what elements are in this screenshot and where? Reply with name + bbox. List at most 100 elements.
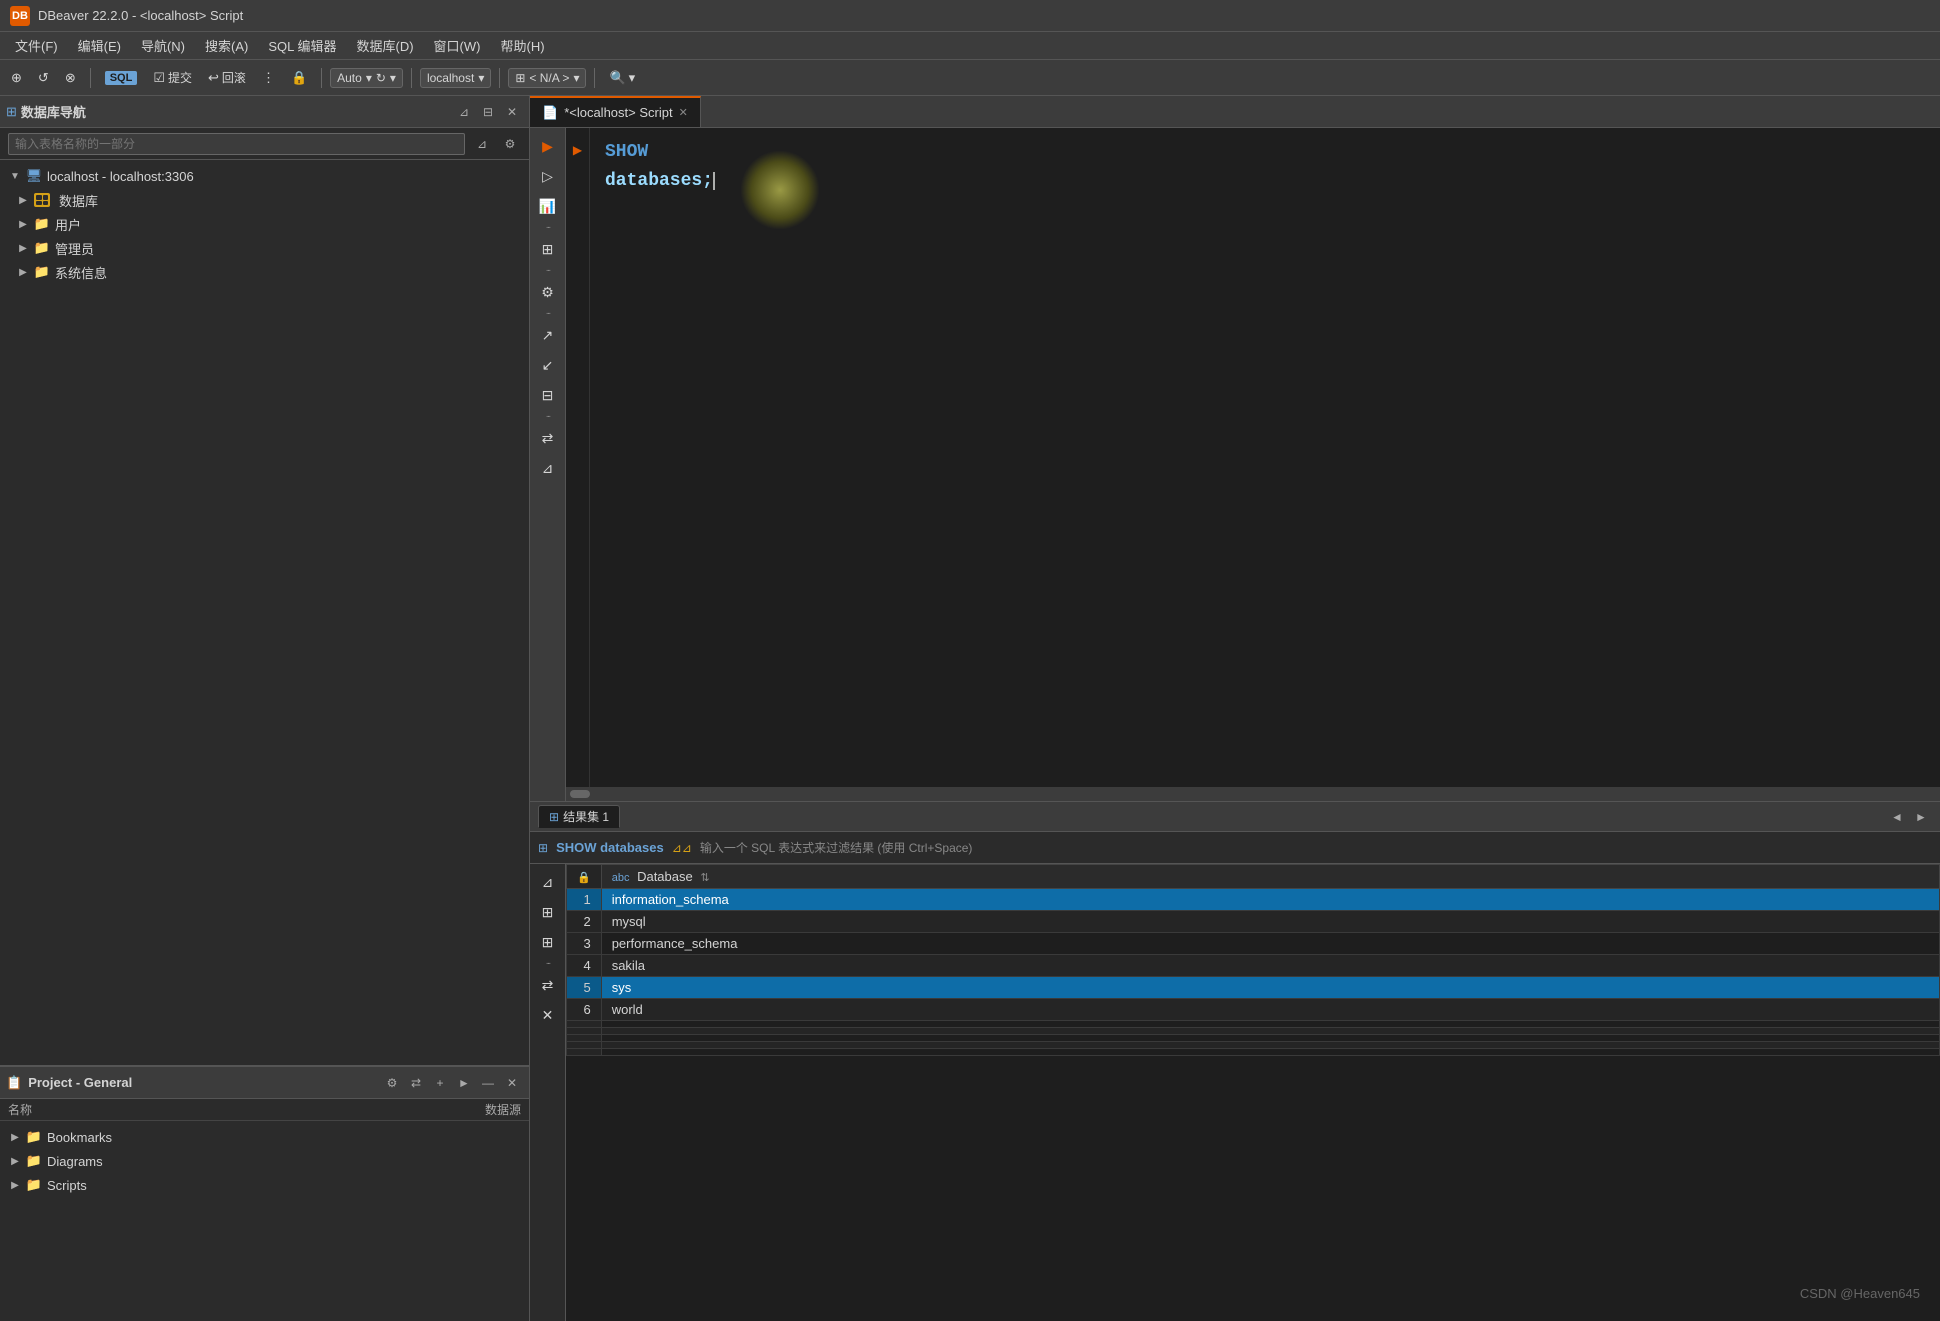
tree-item-databases[interactable]: ▶ 数据库 — [0, 188, 529, 212]
side-dots-2: ··· — [546, 265, 550, 276]
row-num-3: 3 — [567, 933, 602, 955]
project-arrow-right[interactable]: ► — [453, 1072, 475, 1094]
db-dropdown-icon: ▾ — [573, 71, 579, 85]
side-button-5[interactable]: ⊞ — [534, 235, 562, 263]
result-row-1[interactable]: 1 information_schema — [567, 889, 1940, 911]
auto-commit-dropdown[interactable]: Auto ▾ ↻ ▾ — [330, 68, 403, 88]
side-grid-button[interactable]: ⊟ — [534, 381, 562, 409]
tree-item-sysinfo[interactable]: ▶ 📁 系统信息 — [0, 260, 529, 284]
menu-file[interactable]: 文件(F) — [5, 33, 68, 58]
project-add-button[interactable]: + — [429, 1072, 451, 1094]
database-col-header[interactable]: abc Database ⇅ — [601, 865, 1939, 889]
bookmarks-folder-icon: 📁 — [25, 1129, 43, 1145]
row-value-4: sakila — [601, 955, 1939, 977]
menu-window[interactable]: 窗口(W) — [424, 33, 491, 58]
result-row-empty-1 — [567, 1021, 1940, 1028]
filter-hint: 输入一个 SQL 表达式来过滤结果 (使用 Ctrl+Space) — [700, 839, 973, 856]
search-settings-button[interactable]: ⚙ — [499, 133, 521, 155]
scroll-thumb[interactable] — [570, 790, 590, 798]
search-filter-button[interactable]: ⊿ — [471, 133, 493, 155]
connection-dropdown[interactable]: localhost ▾ — [420, 68, 491, 88]
results-side-table[interactable]: ⊞ — [534, 928, 562, 956]
search-input[interactable] — [8, 133, 465, 155]
run-button[interactable]: ▶ — [534, 132, 562, 160]
results-nav-right[interactable]: ► — [1910, 806, 1932, 828]
results-nav-left[interactable]: ◄ — [1886, 806, 1908, 828]
rollback-button[interactable]: ↩ 回滚 — [202, 66, 252, 89]
results-tab-icon: ⊞ — [549, 810, 559, 824]
result-row-2[interactable]: 2 mysql — [567, 911, 1940, 933]
results-side-filter[interactable]: ⊿ — [534, 868, 562, 896]
menu-search[interactable]: 搜索(A) — [195, 33, 258, 58]
side-export-button[interactable]: ↗ — [534, 321, 562, 349]
row-num-header: 🔒 — [567, 865, 602, 889]
toolbar-button-2[interactable]: ↺ — [32, 67, 55, 89]
tree-item-localhost[interactable]: ▼ 🖥 localhost - localhost:3306 — [0, 164, 529, 188]
results-tab-1[interactable]: ⊞ 结果集 1 — [538, 805, 620, 828]
editor-with-gutter-inner: ▶ SHOW databases; — [566, 128, 1940, 787]
editor-tab-script[interactable]: 📄 *<localhost> Script ✕ — [530, 96, 701, 127]
menu-edit[interactable]: 编辑(E) — [68, 33, 131, 58]
auto-refresh-icon: ↻ — [376, 71, 386, 85]
project-tree-diagrams[interactable]: ▶ 📁 Diagrams — [0, 1149, 529, 1173]
menu-database[interactable]: 数据库(D) — [347, 33, 424, 58]
project-settings-button[interactable]: ⚙ — [381, 1072, 403, 1094]
side-link-button[interactable]: ⇄ — [534, 424, 562, 452]
nav-filter-button[interactable]: ⊿ — [453, 101, 475, 123]
conn-dropdown-icon: ▾ — [478, 71, 484, 85]
commit-label: 提交 — [168, 69, 192, 86]
project-tree-scripts[interactable]: ▶ 📁 Scripts — [0, 1173, 529, 1197]
project-tree-bookmarks[interactable]: ▶ 📁 Bookmarks — [0, 1125, 529, 1149]
commit-icon: ☑ — [153, 70, 165, 86]
results-show-icon: ⊞ — [538, 841, 548, 855]
results-side-link-filter[interactable]: ⇄ — [534, 971, 562, 999]
nav-close-button[interactable]: ✕ — [501, 101, 523, 123]
app-title: DBeaver 22.2.0 - <localhost> Script — [38, 8, 243, 23]
result-row-6[interactable]: 6 world — [567, 999, 1940, 1021]
explain-button[interactable]: 📊 — [534, 192, 562, 220]
rollback-label: 回滚 — [222, 69, 246, 86]
project-icon: 📋 — [6, 1075, 22, 1091]
commit-button[interactable]: ☑ 提交 — [147, 66, 198, 89]
tree-item-users[interactable]: ▶ 📁 用户 — [0, 212, 529, 236]
project-close[interactable]: ✕ — [501, 1072, 523, 1094]
main-layout: ⊞ 数据库导航 ⊿ ⊟ ✕ ⊿ ⚙ ▼ 🖥 localhost - localh… — [0, 96, 1940, 1321]
title-bar: DB DBeaver 22.2.0 - <localhost> Script — [0, 0, 1940, 32]
nav-collapse-button[interactable]: ⊟ — [477, 101, 499, 123]
side-filter-button[interactable]: ⊿ — [534, 454, 562, 482]
side-dots-3: ··· — [546, 308, 550, 319]
results-show-label: SHOW databases — [556, 840, 664, 855]
results-side-bar: ⊿ ⊞ ⊞ ··· ⇄ ✕ — [530, 864, 566, 1321]
col-type-icon: abc — [612, 872, 630, 884]
results-side-dots-1: ··· — [546, 958, 550, 969]
project-link-button[interactable]: ⇄ — [405, 1072, 427, 1094]
results-header-row: 🔒 abc Database ⇅ — [567, 865, 1940, 889]
side-settings-button[interactable]: ⚙ — [534, 278, 562, 306]
nav-panel-icons: ⊿ ⊟ ✕ — [453, 101, 523, 123]
side-import-button[interactable]: ↙ — [534, 351, 562, 379]
format-button[interactable]: ⋮ — [256, 67, 281, 89]
toolbar-button-3[interactable]: ⊗ — [59, 67, 82, 89]
result-row-4[interactable]: 4 sakila — [567, 955, 1940, 977]
database-dropdown[interactable]: ⊞ < N/A > ▾ — [508, 68, 586, 88]
menu-nav[interactable]: 导航(N) — [131, 33, 195, 58]
editor-area[interactable]: SHOW databases; — [590, 128, 1940, 787]
project-minimize[interactable]: — — [477, 1072, 499, 1094]
run-script-button[interactable]: ▷ — [534, 162, 562, 190]
sql-editor-button[interactable]: SQL — [99, 68, 144, 88]
results-side-cross[interactable]: ✕ — [534, 1001, 562, 1029]
tree-label-users: 用户 — [55, 215, 81, 234]
result-row-3[interactable]: 3 performance_schema — [567, 933, 1940, 955]
menu-sql-editor[interactable]: SQL 编辑器 — [258, 33, 346, 58]
result-row-5[interactable]: 5 sys — [567, 977, 1940, 999]
lock-button[interactable]: 🔒 — [285, 67, 313, 89]
row-value-6: world — [601, 999, 1939, 1021]
results-toolbar: ⊞ SHOW databases ⊿⊿ 输入一个 SQL 表达式来过滤结果 (使… — [530, 832, 1940, 864]
horizontal-scrollbar[interactable] — [566, 787, 1940, 801]
new-connection-button[interactable]: ⊕ — [5, 67, 28, 89]
results-side-grid[interactable]: ⊞ — [534, 898, 562, 926]
script-tab-close[interactable]: ✕ — [679, 106, 688, 119]
menu-help[interactable]: 帮助(H) — [490, 33, 554, 58]
search-toolbar-button[interactable]: 🔍 ▾ — [603, 67, 641, 89]
tree-item-admin[interactable]: ▶ 📁 管理员 — [0, 236, 529, 260]
